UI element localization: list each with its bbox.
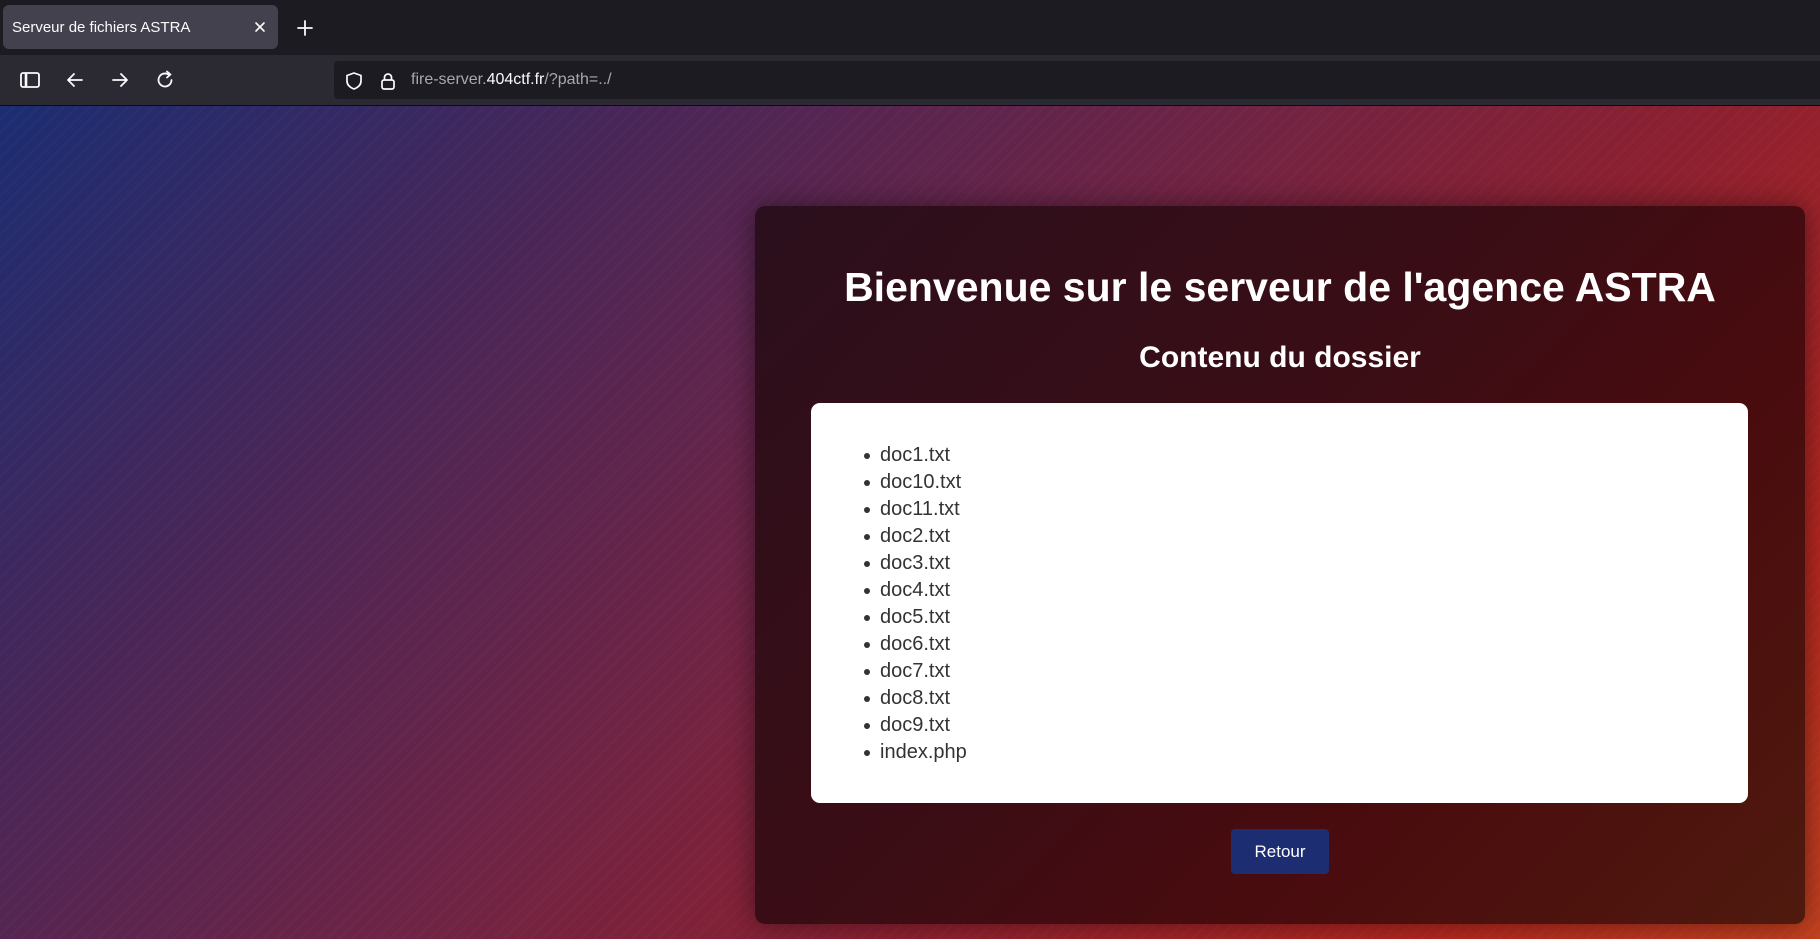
lock-icon[interactable] [377, 70, 399, 92]
content-card: Bienvenue sur le serveur de l'agence AST… [755, 206, 1805, 924]
sidebar-icon[interactable] [17, 67, 43, 93]
file-item: doc8.txt [864, 685, 967, 712]
shield-icon[interactable] [343, 70, 365, 92]
arrow-left-icon[interactable] [62, 67, 88, 93]
browser-window: Serveur de fichiers ASTRA fire-server.40… [0, 0, 1820, 939]
url-text[interactable]: fire-server.404ctf.fr/?path=../ [411, 71, 612, 89]
file-item: doc10.txt [864, 469, 967, 496]
file-item: doc2.txt [864, 523, 967, 550]
file-list-panel: doc1.txt doc10.txt doc11.txt doc2.txt do… [811, 403, 1748, 803]
reload-icon[interactable] [152, 67, 178, 93]
plus-icon[interactable] [294, 17, 316, 39]
page-title: Bienvenue sur le serveur de l'agence AST… [844, 264, 1716, 310]
tab-active[interactable]: Serveur de fichiers ASTRA [3, 5, 278, 49]
arrow-right-icon[interactable] [107, 67, 133, 93]
url-host: 404ctf.fr [486, 71, 545, 88]
address-bar[interactable]: fire-server.404ctf.fr/?path=../ [334, 61, 1820, 99]
file-item: doc11.txt [864, 496, 967, 523]
file-item: doc6.txt [864, 631, 967, 658]
file-list: doc1.txt doc10.txt doc11.txt doc2.txt do… [811, 442, 967, 766]
page-viewport: Bienvenue sur le serveur de l'agence AST… [0, 106, 1820, 939]
section-heading: Contenu du dossier [1139, 341, 1421, 374]
url-path: /?path=../ [544, 71, 612, 88]
file-item: index.php [864, 739, 967, 766]
url-prefix: fire-server. [411, 71, 487, 88]
file-item: doc4.txt [864, 577, 967, 604]
close-icon[interactable] [251, 18, 269, 36]
file-item: doc7.txt [864, 658, 967, 685]
back-button[interactable]: Retour [1231, 829, 1329, 874]
navigation-toolbar: fire-server.404ctf.fr/?path=../ [0, 55, 1820, 106]
file-item: doc5.txt [864, 604, 967, 631]
file-item: doc9.txt [864, 712, 967, 739]
file-item: doc3.txt [864, 550, 967, 577]
file-item: doc1.txt [864, 442, 967, 469]
tab-strip: Serveur de fichiers ASTRA [0, 0, 1820, 55]
tab-title: Serveur de fichiers ASTRA [12, 19, 191, 36]
